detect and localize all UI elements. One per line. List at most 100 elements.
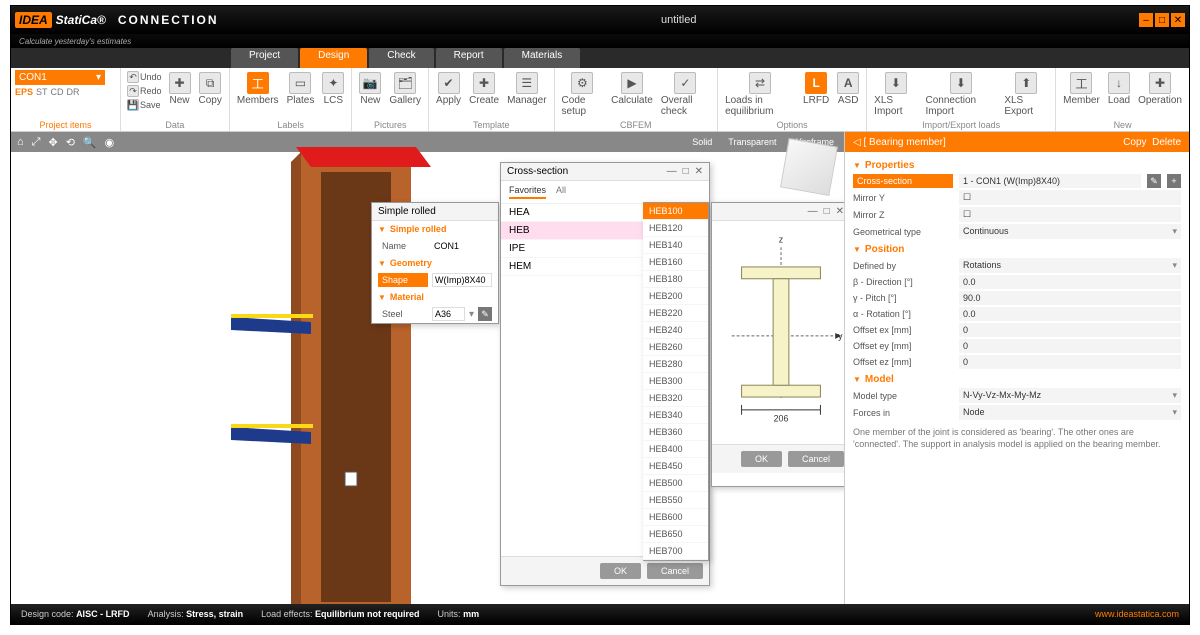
cs-cancel-button[interactable]: Cancel	[647, 563, 703, 579]
home-icon[interactable]: ⌂	[17, 136, 24, 148]
edit-icon[interactable]: ✎	[478, 307, 492, 321]
section-simple-rolled[interactable]: ▼Simple rolled	[372, 221, 498, 237]
zoom-extents-icon[interactable]: ⤢	[32, 136, 41, 149]
list-item[interactable]: HEB360	[643, 424, 708, 441]
list-item[interactable]: HEB400	[643, 441, 708, 458]
viewport-3d[interactable]: ⌂ ⤢ ✥ ⟲ 🔍 ◉ Solid Transparent Wireframe	[11, 132, 844, 604]
maximize-button[interactable]: □	[1155, 13, 1169, 27]
xls-import-button[interactable]: ⬇XLS Import	[871, 70, 920, 119]
cs-close-icon[interactable]: ✕	[695, 166, 703, 177]
shape-value[interactable]: W(Imp)8X40	[432, 273, 492, 287]
rotate-icon[interactable]: ⟲	[66, 136, 75, 149]
copy-link[interactable]: Copy	[1123, 137, 1146, 148]
view-solid[interactable]: Solid	[688, 137, 716, 147]
code-setup-button[interactable]: ⚙Code setup	[559, 70, 607, 119]
zoom-icon[interactable]: 🔍	[83, 136, 97, 149]
cs-tab-favorites[interactable]: Favorites	[509, 185, 546, 199]
cs-max-icon[interactable]: □	[683, 166, 689, 177]
asd-button[interactable]: AASD	[834, 70, 862, 108]
list-item[interactable]: HEB240	[643, 322, 708, 339]
alpha-value[interactable]: 0.0	[959, 307, 1181, 321]
add-icon[interactable]: +	[1167, 174, 1181, 188]
list-item[interactable]: HEB180	[643, 271, 708, 288]
list-item[interactable]: HEB260	[643, 339, 708, 356]
members-button[interactable]: 工Members	[234, 70, 282, 108]
section-position[interactable]: ▼Position	[853, 240, 1181, 257]
offz-value[interactable]: 0	[959, 355, 1181, 369]
offx-value[interactable]: 0	[959, 323, 1181, 337]
xls-export-button[interactable]: ⬆XLS Export	[1001, 70, 1051, 119]
cs-ok-button[interactable]: OK	[600, 563, 641, 579]
subtab-st[interactable]: ST	[36, 87, 48, 97]
lrfd-button[interactable]: LLRFD	[800, 70, 832, 108]
pv-min-icon[interactable]: —	[808, 206, 818, 217]
minimize-button[interactable]: –	[1139, 13, 1153, 27]
loads-eq-button[interactable]: ⇄Loads in equilibrium	[722, 70, 798, 119]
list-item[interactable]: HEB500	[643, 475, 708, 492]
manager-button[interactable]: ☰Manager	[504, 70, 549, 108]
list-item[interactable]: HEB220	[643, 305, 708, 322]
delete-link[interactable]: Delete	[1152, 137, 1181, 148]
list-item[interactable]: HEB120	[643, 220, 708, 237]
list-item[interactable]: HEB550	[643, 492, 708, 509]
list-item[interactable]: HEB340	[643, 407, 708, 424]
section-properties[interactable]: ▼Properties	[853, 156, 1181, 173]
preview-ok-button[interactable]: OK	[741, 451, 782, 467]
subtab-eps[interactable]: EPS	[15, 87, 33, 97]
cs-min-icon[interactable]: —	[667, 166, 677, 177]
list-item[interactable]: HEB450	[643, 458, 708, 475]
list-item[interactable]: HEB100	[643, 203, 708, 220]
list-item[interactable]: HEB320	[643, 390, 708, 407]
cs-tab-all[interactable]: All	[556, 185, 566, 199]
subtab-dr[interactable]: DR	[67, 87, 80, 97]
conn-import-button[interactable]: ⬇Connection Import	[923, 70, 1000, 119]
pv-max-icon[interactable]: □	[824, 206, 830, 217]
forces-in-value[interactable]: Node	[959, 405, 1181, 420]
name-value[interactable]: CON1	[432, 240, 492, 252]
list-item[interactable]: HEB140	[643, 237, 708, 254]
subtab-cd[interactable]: CD	[51, 87, 64, 97]
create-button[interactable]: ✚Create	[466, 70, 502, 108]
copy-button[interactable]: ⧉Copy	[196, 70, 225, 108]
pan-icon[interactable]: ✥	[48, 136, 57, 149]
list-item[interactable]: HEB600	[643, 509, 708, 526]
preview-cancel-button[interactable]: Cancel	[788, 451, 844, 467]
section-geometry[interactable]: ▼Geometry	[372, 255, 498, 271]
pv-close-icon[interactable]: ✕	[836, 206, 844, 217]
apply-button[interactable]: ✔Apply	[433, 70, 464, 108]
mirrorz-checkbox[interactable]: ☐	[959, 207, 1181, 222]
view-transparent[interactable]: Transparent	[724, 137, 780, 147]
save-button[interactable]: 💾Save	[125, 98, 164, 112]
geom-type-value[interactable]: Continuous	[959, 224, 1181, 239]
close-button[interactable]: ✕	[1171, 13, 1185, 27]
tab-report[interactable]: Report	[436, 48, 502, 68]
calculate-button[interactable]: ▶Calculate	[608, 70, 656, 108]
new-button[interactable]: ✚New	[166, 70, 194, 108]
defined-by-value[interactable]: Rotations	[959, 258, 1181, 273]
gamma-value[interactable]: 90.0	[959, 291, 1181, 305]
plates-button[interactable]: ▭Plates	[284, 70, 318, 108]
overall-check-button[interactable]: ✓Overall check	[658, 70, 713, 119]
lcs-button[interactable]: ✦LCS	[319, 70, 347, 108]
section-model[interactable]: ▼Model	[853, 370, 1181, 387]
list-item[interactable]: HEB160	[643, 254, 708, 271]
list-item[interactable]: HEB300	[643, 373, 708, 390]
nav-cube[interactable]	[780, 138, 838, 196]
list-item[interactable]: HEB280	[643, 356, 708, 373]
steel-value[interactable]: A36	[432, 307, 465, 321]
tab-check[interactable]: Check	[369, 48, 433, 68]
new-load-button[interactable]: ↓Load	[1105, 70, 1133, 108]
offy-value[interactable]: 0	[959, 339, 1181, 353]
beta-value[interactable]: 0.0	[959, 275, 1181, 289]
mirrory-checkbox[interactable]: ☐	[959, 190, 1181, 205]
new-operation-button[interactable]: ✚Operation	[1135, 70, 1185, 108]
gallery-button[interactable]: 🗂Gallery	[386, 70, 424, 108]
tab-materials[interactable]: Materials	[504, 48, 581, 68]
project-item-dropdown[interactable]: CON1▾	[15, 70, 105, 85]
new-member-button[interactable]: 工Member	[1060, 70, 1103, 108]
list-item[interactable]: HEB200	[643, 288, 708, 305]
edit-icon[interactable]: ✎	[1147, 174, 1161, 188]
perspective-icon[interactable]: ◉	[105, 136, 115, 149]
tab-project[interactable]: Project	[231, 48, 298, 68]
section-material[interactable]: ▼Material	[372, 289, 498, 305]
